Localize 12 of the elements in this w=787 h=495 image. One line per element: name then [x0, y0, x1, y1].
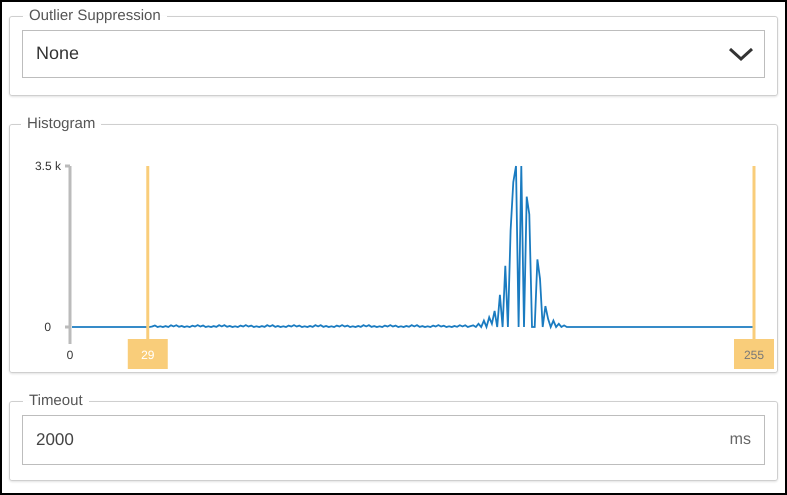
panel-title: Timeout — [28, 391, 84, 411]
panel-title: Outlier Suppression — [28, 6, 162, 26]
field-value: 2000 — [36, 428, 74, 451]
axis-label: 0 — [44, 320, 51, 334]
axis-label: 3.5 k — [34, 158, 61, 172]
dropdown[interactable]: None — [22, 30, 765, 78]
panel-title: Histogram — [26, 114, 96, 134]
timeout-field[interactable]: 2000 ms — [22, 414, 765, 464]
unit-label: ms — [730, 430, 751, 450]
axis-label: 0 — [66, 348, 74, 362]
chevron-down-icon — [728, 46, 754, 62]
dropdown-value: None — [36, 42, 80, 65]
